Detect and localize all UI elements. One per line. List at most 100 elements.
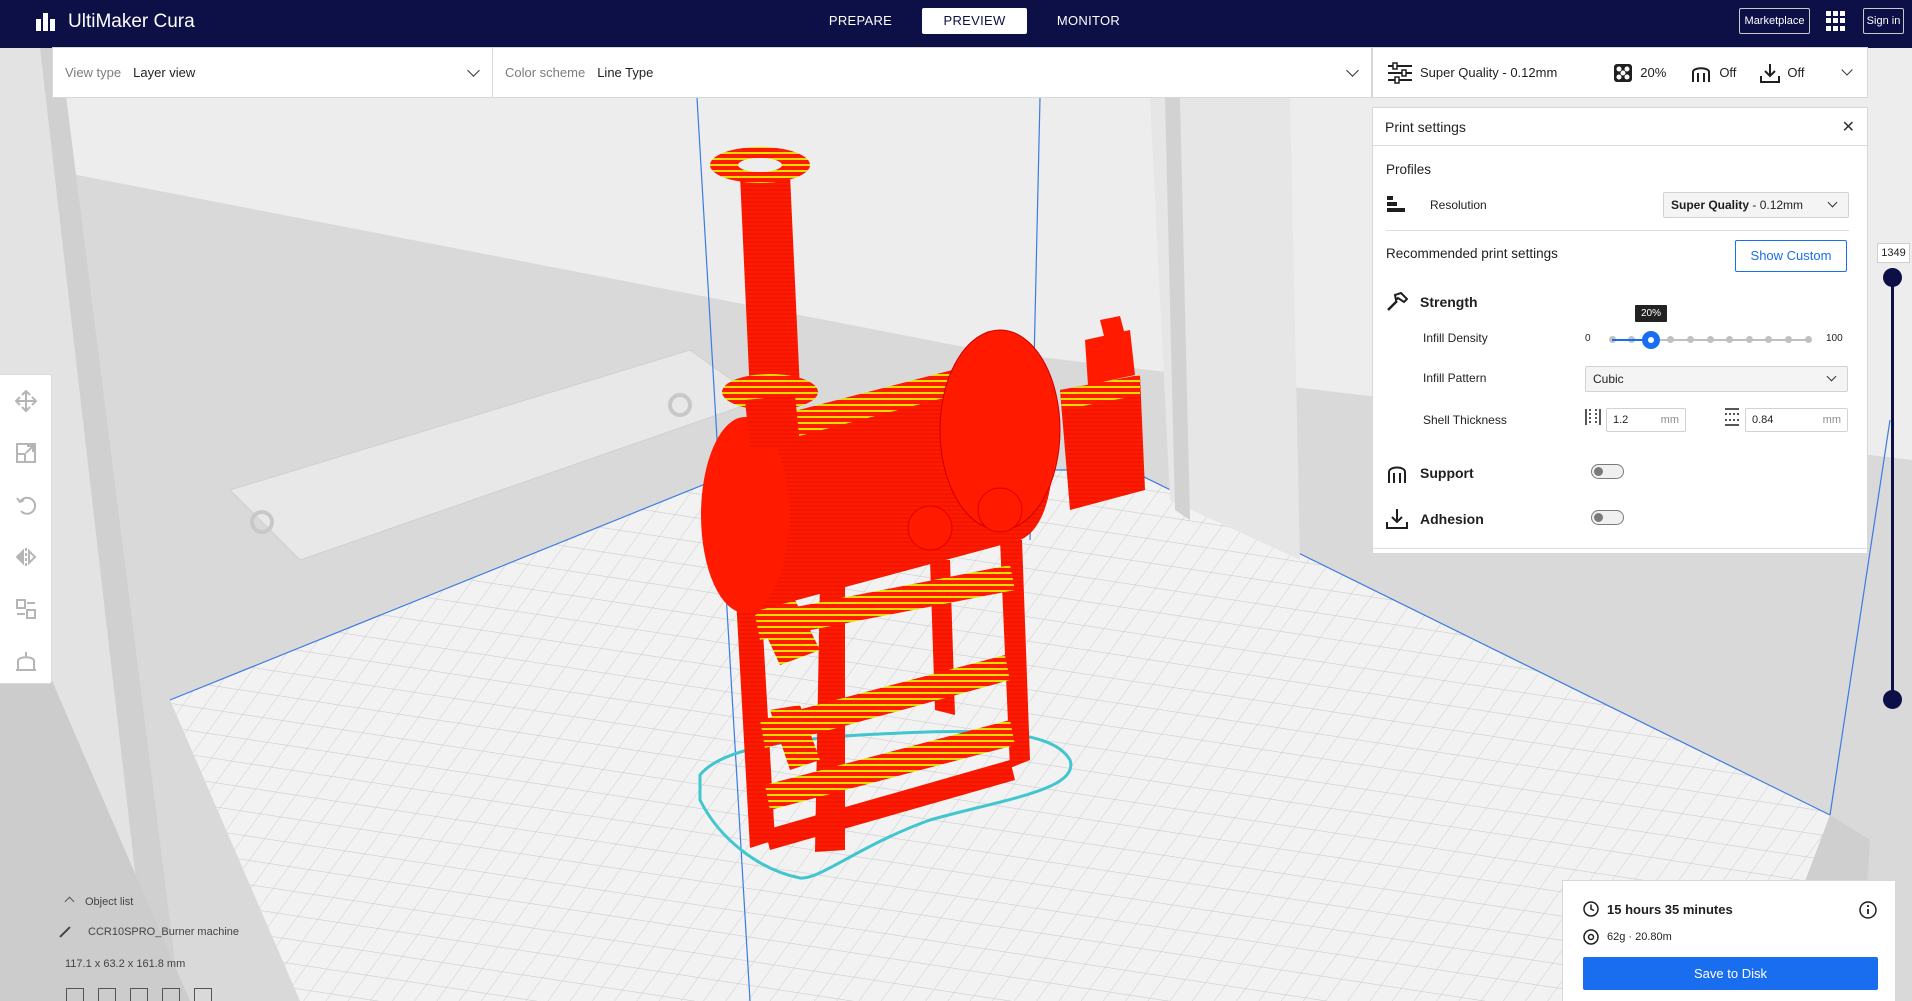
per-model-settings-icon[interactable] <box>0 583 52 635</box>
adhesion-label: Adhesion <box>1420 511 1484 527</box>
view-options-bar: View type Layer view Color scheme Line T… <box>52 47 1372 98</box>
pencil-icon <box>59 926 71 938</box>
object-list-header: Object list <box>85 896 134 908</box>
support-summary: Off <box>1690 63 1736 83</box>
view-left-icon[interactable] <box>162 988 180 1001</box>
ultimaker-logo-icon <box>36 13 60 31</box>
panel-header: Print settings ✕ <box>1373 108 1867 146</box>
view-right-icon[interactable] <box>194 988 212 1001</box>
app-logo: UltiMaker Cura <box>36 11 195 33</box>
infill-density-slider[interactable] <box>1608 331 1812 349</box>
support-blocker-icon[interactable] <box>0 635 52 687</box>
layer-slider-track[interactable] <box>1891 278 1894 700</box>
wall-thickness-input[interactable]: 1.2 mm <box>1606 408 1686 432</box>
wall-thickness-value: 1.2 <box>1613 414 1629 426</box>
rotate-tool-icon[interactable] <box>0 479 52 531</box>
chevron-up-icon <box>64 896 75 907</box>
object-list-toggle[interactable]: Object list <box>64 896 134 908</box>
infill-summary: 20% <box>1613 63 1666 83</box>
chevron-down-icon <box>1346 64 1359 77</box>
support-icon <box>1388 466 1406 483</box>
wall-thickness-icon <box>1585 409 1601 425</box>
print-time-value: 15 hours 35 minutes <box>1607 901 1733 917</box>
adhesion-category: Adhesion <box>1386 508 1880 530</box>
scale-tool-icon[interactable] <box>0 427 52 479</box>
chevron-down-icon[interactable] <box>1841 64 1853 76</box>
adhesion-icon <box>1386 509 1408 529</box>
support-toggle[interactable] <box>1591 464 1624 479</box>
info-icon[interactable] <box>1859 901 1877 922</box>
divider <box>1386 230 1849 231</box>
infill-max: 100 <box>1826 333 1843 344</box>
resolution-rest: - 0.12mm <box>1749 198 1804 212</box>
wall-thickness-unit: mm <box>1660 414 1679 426</box>
view-3d-icon[interactable] <box>66 988 84 1001</box>
slider-tick <box>1784 336 1792 343</box>
slider-tick <box>1745 336 1753 343</box>
sign-in-button[interactable]: Sign in <box>1863 8 1904 34</box>
view-type-label: View type <box>65 65 122 80</box>
view-top-icon[interactable] <box>130 988 148 1001</box>
print-setup-summary[interactable]: Super Quality - 0.12mm 20% Off Off <box>1372 47 1868 98</box>
view-front-icon[interactable] <box>98 988 116 1001</box>
resolution-label: Resolution <box>1430 198 1487 212</box>
adhesion-toggle[interactable] <box>1591 510 1624 525</box>
top-bottom-thickness-input[interactable]: 0.84 mm <box>1745 408 1848 432</box>
save-to-disk-button[interactable]: Save to Disk <box>1583 957 1878 990</box>
layer-slider-bottom-handle[interactable] <box>1883 690 1902 709</box>
strength-label: Strength <box>1420 294 1478 310</box>
resolution-bold: Super Quality <box>1671 198 1750 212</box>
object-list-item[interactable]: CCR10SPRO_Burner machine <box>58 926 239 938</box>
print-info-panel: 15 hours 35 minutes 62g · 20.80m Save to… <box>1562 880 1896 1001</box>
top-bottom-thickness-value: 0.84 <box>1752 414 1774 426</box>
mirror-tool-icon[interactable] <box>0 531 52 583</box>
layer-slider-top-handle[interactable] <box>1883 268 1902 287</box>
settings-sliders-icon <box>1388 61 1412 84</box>
chevron-down-icon <box>467 64 480 77</box>
tab-monitor[interactable]: MONITOR <box>1036 8 1141 34</box>
top-bottom-thickness-icon <box>1725 408 1739 426</box>
marketplace-button[interactable]: Marketplace <box>1739 8 1810 34</box>
support-icon <box>1692 66 1711 82</box>
panel-resize-handle[interactable] <box>1373 548 1867 555</box>
clock-icon <box>1583 901 1599 917</box>
infill-pattern-label: Infill Pattern <box>1423 371 1487 385</box>
infill-value-tooltip: 20% <box>1635 305 1667 322</box>
tab-preview[interactable]: PREVIEW <box>922 8 1027 34</box>
layer-number-field[interactable]: 1349 <box>1877 243 1910 263</box>
app-title: UltiMaker Cura <box>68 11 195 32</box>
profiles-heading: Profiles <box>1386 162 1432 177</box>
slider-tick <box>1686 336 1694 343</box>
move-tool-icon[interactable] <box>0 375 52 427</box>
resolution-icon <box>1387 196 1405 212</box>
tab-prepare[interactable]: PREPARE <box>808 8 913 34</box>
infill-pattern-value: Cubic <box>1593 372 1624 386</box>
panel-title: Print settings <box>1385 118 1466 135</box>
slider-tick <box>1706 336 1714 343</box>
view-type-value: Layer view <box>133 65 196 80</box>
top-header: UltiMaker Cura PREPARE PREVIEW MONITOR M… <box>0 0 1912 48</box>
close-icon[interactable]: ✕ <box>1842 117 1855 137</box>
slider-tick <box>1804 336 1812 343</box>
material-usage: 62g · 20.80m <box>1583 929 1672 945</box>
shell-thickness-label: Shell Thickness <box>1423 413 1507 427</box>
infill-pattern-dropdown[interactable]: Cubic <box>1585 366 1848 392</box>
stage-tabs: PREPARE PREVIEW MONITOR <box>808 8 1150 34</box>
object-name: CCR10SPRO_Burner machine <box>88 926 240 938</box>
adhesion-summary-value: Off <box>1787 65 1805 80</box>
infill-summary-value: 20% <box>1640 65 1667 80</box>
support-summary-value: Off <box>1719 65 1737 80</box>
support-category: Support <box>1386 462 1880 484</box>
object-dimensions: 117.1 x 63.2 x 161.8 mm <box>65 958 186 970</box>
profile-summary-text: Super Quality - 0.12mm <box>1420 65 1558 80</box>
chevron-down-icon <box>1826 371 1837 382</box>
apps-grid-icon[interactable] <box>1826 11 1846 31</box>
color-scheme-label: Color scheme <box>505 65 586 80</box>
infill-icon <box>1614 63 1633 82</box>
show-custom-button[interactable]: Show Custom <box>1735 240 1847 272</box>
profile-summary: Super Quality - 0.12mm <box>1387 61 1558 84</box>
view-orientation-buttons <box>66 988 212 1001</box>
resolution-dropdown[interactable]: Super Quality - 0.12mm <box>1663 192 1849 218</box>
view-type-dropdown[interactable]: View type Layer view <box>53 48 493 97</box>
color-scheme-dropdown[interactable]: Color scheme Line Type <box>493 48 1371 97</box>
